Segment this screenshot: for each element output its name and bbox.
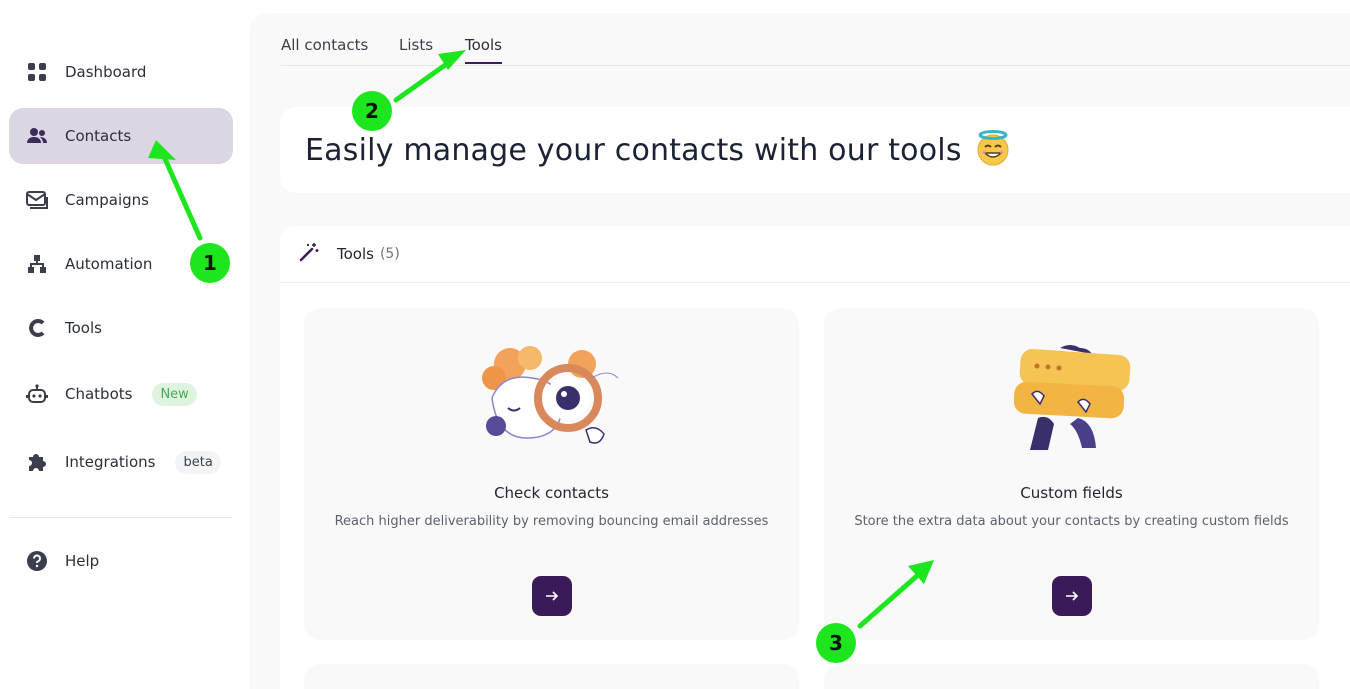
smiling-halo-emoji-icon xyxy=(974,129,1012,171)
sidebar-item-help[interactable]: Help xyxy=(9,533,233,589)
contacts-icon xyxy=(25,124,49,148)
tab-lists[interactable]: Lists xyxy=(399,36,433,62)
magic-wand-icon xyxy=(299,242,319,266)
step-1-badge: 1 xyxy=(190,243,230,283)
sidebar-item-label: Chatbots xyxy=(65,385,133,403)
step-3-badge: 3 xyxy=(816,623,856,663)
tab-all-contacts[interactable]: All contacts xyxy=(281,36,368,62)
sidebar-item-dashboard[interactable]: Dashboard xyxy=(9,44,233,100)
tab-tools[interactable]: Tools xyxy=(465,36,502,64)
puzzle-icon xyxy=(25,450,49,474)
sidebar-item-integrations[interactable]: Integrations beta xyxy=(9,434,233,490)
tools-header: Tools (5) xyxy=(280,226,1350,283)
card-partial xyxy=(304,664,799,689)
card-title: Check contacts xyxy=(494,484,609,502)
tools-icon xyxy=(25,316,49,340)
page-title: Easily manage your contacts with our too… xyxy=(305,132,962,168)
hero-banner: Easily manage your contacts with our too… xyxy=(280,107,1350,193)
sidebar-item-label: Campaigns xyxy=(65,191,150,209)
sidebar-item-label: Contacts xyxy=(65,127,132,145)
beta-badge: beta xyxy=(175,450,221,474)
sidebar-item-label: Integrations xyxy=(65,453,156,471)
card-check-contacts[interactable]: Check contacts Reach higher deliverabili… xyxy=(304,308,799,640)
dashboard-icon xyxy=(25,60,49,84)
campaigns-icon xyxy=(25,188,49,212)
sidebar-item-contacts[interactable]: Contacts xyxy=(9,108,233,164)
tools-section-title: Tools xyxy=(337,245,374,263)
sidebar-item-label: Help xyxy=(65,552,100,570)
tab-bar: All contacts Lists Tools xyxy=(281,36,1350,66)
chatbot-icon xyxy=(25,382,49,406)
open-custom-fields-button[interactable] xyxy=(1051,576,1092,616)
sidebar-item-tools[interactable]: Tools xyxy=(9,300,233,356)
sidebar-divider xyxy=(9,517,232,518)
step-2-badge: 2 xyxy=(352,91,392,131)
card-custom-fields[interactable]: Custom fields Store the extra data about… xyxy=(824,308,1319,640)
sidebar-item-label: Automation xyxy=(65,255,153,273)
tools-panel: Tools (5) Check contacts Reach higher de… xyxy=(280,226,1350,689)
sidebar: Dashboard Contacts Campaigns Automation … xyxy=(0,0,248,689)
sidebar-item-label: Dashboard xyxy=(65,63,147,81)
arrow-right-icon xyxy=(1065,586,1079,607)
card-description: Store the extra data about your contacts… xyxy=(854,514,1289,529)
sidebar-item-campaigns[interactable]: Campaigns xyxy=(9,172,233,228)
card-description: Reach higher deliverability by removing … xyxy=(334,514,769,529)
sidebar-item-label: Tools xyxy=(65,319,102,337)
open-check-contacts-button[interactable] xyxy=(531,576,572,616)
card-partial xyxy=(824,664,1319,689)
sidebar-item-chatbots[interactable]: Chatbots New xyxy=(9,366,233,422)
check-contacts-illustration xyxy=(472,338,632,458)
automation-icon xyxy=(25,252,49,276)
arrow-right-icon xyxy=(545,586,559,607)
custom-fields-illustration xyxy=(992,338,1152,458)
help-icon xyxy=(25,549,49,573)
tools-count: (5) xyxy=(379,246,400,262)
card-title: Custom fields xyxy=(1020,484,1123,502)
new-badge: New xyxy=(152,382,197,406)
